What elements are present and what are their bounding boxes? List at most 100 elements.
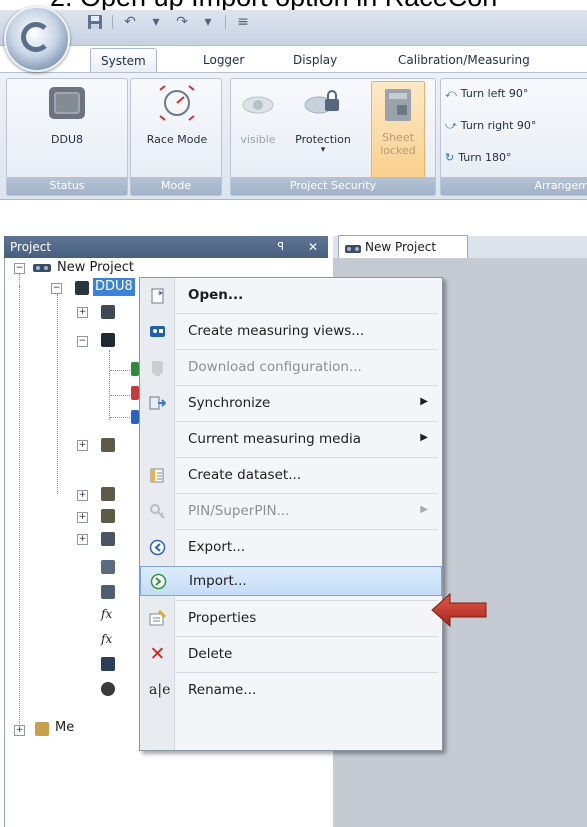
page-icon xyxy=(131,386,139,400)
pointer-arrow-icon xyxy=(430,590,490,630)
tree-item-new-project[interactable]: New Project xyxy=(57,259,134,277)
turn-right-90-button[interactable]: ⤻ Turn right 90° xyxy=(445,115,536,137)
close-icon[interactable]: ✕ xyxy=(308,236,318,258)
dropdown-arrow-icon: ▾ xyxy=(320,145,326,155)
eye-icon xyxy=(238,83,278,123)
menu-item-synchronize[interactable]: Synchronize ▶ xyxy=(140,389,442,419)
menu-item-label: Delete xyxy=(188,646,233,662)
menu-item-export[interactable]: Export... xyxy=(140,533,442,563)
visible-button[interactable]: visible xyxy=(235,83,281,146)
page-icon xyxy=(131,410,139,424)
ddu8-label: DDU8 xyxy=(51,133,83,146)
quick-access-toolbar: ↶ ▾ ↷ ▾ ≡ xyxy=(86,12,252,32)
group-label-arrange: Arrangem xyxy=(441,177,587,195)
menu-item-current-measuring-media[interactable]: Current measuring media ▶ xyxy=(140,425,442,455)
tree-item-label: DDU8 xyxy=(95,279,133,294)
menu-item-properties[interactable]: Properties xyxy=(140,604,442,634)
dropdown-arrow-icon[interactable]: ▾ xyxy=(147,14,165,30)
expand-toggle[interactable]: + xyxy=(77,534,88,545)
tab-system[interactable]: System xyxy=(90,48,157,73)
tab-label: Display xyxy=(293,53,338,67)
menu-separator xyxy=(176,636,438,637)
export-icon xyxy=(149,539,166,556)
tree-item-ddu8[interactable]: DDU8 xyxy=(93,278,135,296)
synchronize-icon xyxy=(149,395,167,412)
sheet-locked-button[interactable]: Sheet locked xyxy=(371,81,425,179)
key-icon xyxy=(149,503,166,520)
tree-item-label: Me xyxy=(55,720,75,735)
open-document-icon xyxy=(149,287,166,304)
menu-item-pin-superpin[interactable]: PIN/SuperPIN... ▶ xyxy=(140,497,442,527)
tree-item-media[interactable]: Me xyxy=(55,719,74,737)
project-icon xyxy=(33,261,51,275)
expand-toggle[interactable]: + xyxy=(77,512,88,523)
sheet-lock-icon xyxy=(383,87,413,123)
ddu8-button[interactable]: DDU8 xyxy=(29,83,105,146)
display-icon xyxy=(101,333,115,347)
page-icon xyxy=(131,362,139,376)
undo-icon[interactable]: ↶ xyxy=(121,14,139,30)
qat-divider xyxy=(112,15,113,29)
turn-left-90-button[interactable]: ⤺ Turn left 90° xyxy=(445,83,528,105)
pin-icon[interactable]: ꟼ xyxy=(277,236,284,258)
tab-label: Logger xyxy=(203,53,245,67)
group-label-project-security: Project Security xyxy=(231,177,435,195)
redo-icon[interactable]: ↷ xyxy=(173,14,191,30)
ribbon: DDU8 Status Race Mode Mode visible Prote… xyxy=(0,72,587,200)
menu-item-label: Export... xyxy=(188,539,246,555)
menu-item-create-dataset[interactable]: Create dataset... xyxy=(140,461,442,491)
instruction-caption: 2. Open up Import option in RaceCon xyxy=(0,0,587,10)
menu-separator xyxy=(176,313,438,314)
device-icon xyxy=(47,83,87,123)
menu-item-label: Open... xyxy=(188,287,244,303)
menu-item-label: Synchronize xyxy=(188,395,271,411)
caption-text: 2. Open up Import option in RaceCon xyxy=(50,0,497,10)
delete-icon: ✕ xyxy=(149,643,166,665)
locked-label: locked xyxy=(380,144,416,157)
tab-new-project[interactable]: New Project xyxy=(338,235,468,258)
collapse-toggle[interactable]: − xyxy=(51,283,62,294)
collapse-toggle[interactable]: − xyxy=(77,336,88,347)
app-logo-icon xyxy=(21,22,51,52)
application-menu-button[interactable] xyxy=(4,6,70,72)
expand-toggle[interactable]: + xyxy=(14,725,25,736)
expand-toggle[interactable]: + xyxy=(77,490,88,501)
project-pane-title: Project xyxy=(10,240,52,254)
submenu-arrow-icon: ▶ xyxy=(420,432,428,443)
collapse-toggle[interactable]: − xyxy=(14,263,25,274)
tree-item-label: New Project xyxy=(57,260,134,275)
turn-180-button[interactable]: ↻ Turn 180° xyxy=(445,147,512,169)
expand-toggle[interactable]: + xyxy=(77,307,88,318)
tree-line xyxy=(110,417,130,418)
menu-item-rename[interactable]: a|e Rename... xyxy=(140,676,442,706)
connector-icon xyxy=(101,305,115,319)
turn-left-icon: ⤺ xyxy=(445,87,457,100)
protection-button[interactable]: Protection ▾ xyxy=(285,83,361,155)
function-icon: fx xyxy=(101,632,113,646)
folder-icon xyxy=(101,487,115,501)
menu-separator xyxy=(176,493,438,494)
expand-toggle[interactable]: + xyxy=(77,440,88,451)
turn-left-label: Turn left 90° xyxy=(460,87,529,100)
submenu-arrow-icon: ▶ xyxy=(420,504,428,515)
visible-label: visible xyxy=(240,133,276,146)
menu-item-download-configuration[interactable]: Download configuration... xyxy=(140,353,442,383)
menu-item-open[interactable]: Open... xyxy=(140,281,442,311)
menu-item-create-measuring-views[interactable]: Create measuring views... xyxy=(140,317,442,347)
save-icon[interactable] xyxy=(86,14,104,30)
tab-label: System xyxy=(101,54,146,68)
context-menu: Open... Create measuring views... Downlo… xyxy=(139,277,443,751)
menu-separator xyxy=(176,457,438,458)
tab-display[interactable]: Display xyxy=(293,48,337,72)
tree-line xyxy=(19,286,20,726)
tree-line xyxy=(19,274,20,286)
dropdown-arrow-icon[interactable]: ▾ xyxy=(199,14,217,30)
menu-item-import[interactable]: Import... xyxy=(140,566,442,596)
customize-qat-icon[interactable]: ≡ xyxy=(234,14,252,30)
tab-calibration-measuring[interactable]: Calibration/Measuring xyxy=(398,48,530,72)
race-mode-button[interactable]: Race Mode xyxy=(137,83,217,146)
tree-line xyxy=(110,370,130,371)
tab-logger[interactable]: Logger xyxy=(203,48,244,72)
group-label-status: Status xyxy=(7,177,127,195)
menu-item-delete[interactable]: ✕ Delete xyxy=(140,640,442,670)
